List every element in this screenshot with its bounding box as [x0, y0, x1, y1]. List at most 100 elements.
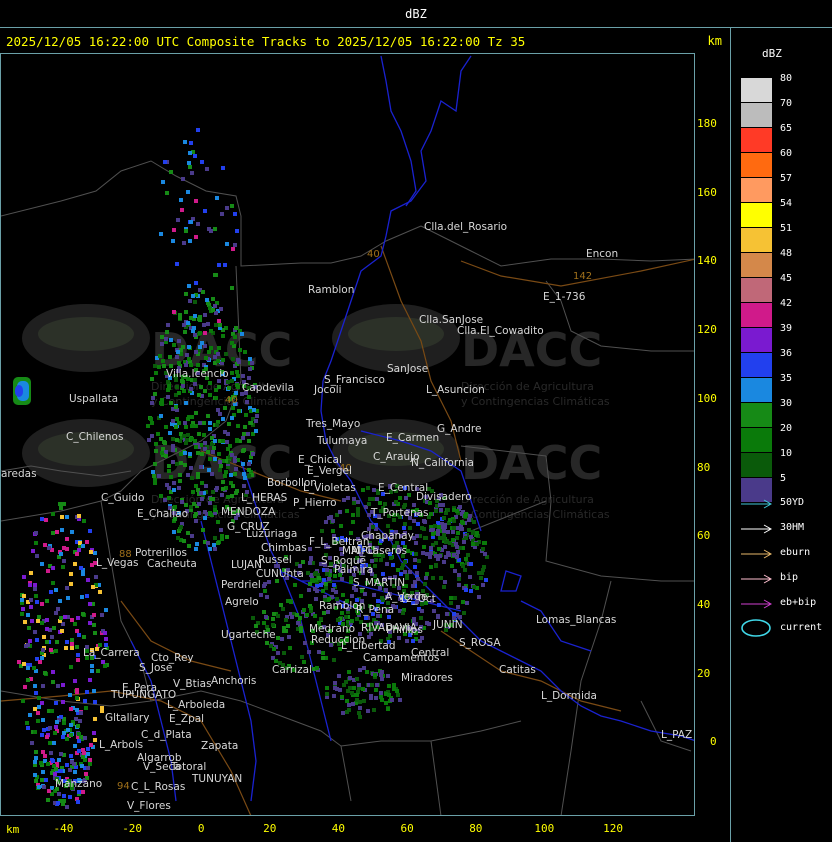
radar-map[interactable]: DACC DACC DACC DACC Dirección de Agricul… [0, 53, 695, 816]
legend-swatch [741, 328, 772, 352]
radar-echo-pixel [194, 411, 198, 415]
radar-echo-pixel [213, 304, 217, 308]
place-label: CUNUnta [256, 568, 304, 580]
radar-echo-pixel [466, 553, 470, 557]
radar-echo-pixel [56, 684, 60, 688]
radar-echo-pixel [235, 439, 239, 443]
radar-echo-pixel [157, 365, 161, 369]
radar-echo-pixel [33, 773, 37, 777]
radar-echo-pixel [221, 334, 225, 338]
radar-echo-pixel [209, 346, 213, 350]
place-label: R_Pena [356, 604, 394, 616]
radar-echo-pixel [23, 685, 27, 689]
radar-echo-pixel [196, 128, 200, 132]
radar-echo-pixel [284, 629, 288, 633]
radar-echo-pixel [401, 611, 405, 615]
place-label: Clla.El_Cowadito [457, 325, 544, 337]
radar-echo-pixel [40, 778, 44, 782]
radar-echo-pixel [422, 545, 426, 549]
radar-echo-pixel [201, 528, 205, 532]
legend-level-label: 36 [780, 348, 793, 359]
radar-echo-pixel [78, 719, 82, 723]
radar-echo-pixel [452, 526, 456, 530]
radar-echo-pixel [216, 359, 220, 363]
radar-echo-pixel [208, 381, 212, 385]
radar-echo-pixel [76, 653, 80, 657]
radar-echo-pixel [349, 531, 353, 535]
radar-echo-pixel [34, 779, 38, 783]
y-tick-label: 120 [697, 323, 717, 337]
radar-echo-pixel [443, 580, 447, 584]
place-label: Manzano [55, 778, 102, 790]
radar-echo-pixel [88, 762, 92, 766]
boundary-line [1, 160, 422, 267]
radar-echo-pixel [208, 457, 212, 461]
radar-echo-pixel [313, 587, 317, 591]
radar-echo-pixel [425, 572, 429, 576]
radar-echo-pixel [151, 470, 155, 474]
route-number-label: 40 [225, 395, 238, 406]
radar-echo-pixel [65, 640, 69, 644]
radar-echo-pixel [251, 616, 255, 620]
radar-echo-pixel [208, 421, 212, 425]
radar-echo-pixel [193, 514, 197, 518]
radar-echo-pixel [227, 422, 231, 426]
radar-echo-pixel [372, 708, 376, 712]
radar-echo-pixel [203, 516, 207, 520]
radar-echo-pixel [368, 497, 372, 501]
radar-echo-pixel [75, 708, 79, 712]
radar-echo-pixel [325, 572, 329, 576]
radar-echo-pixel [180, 500, 184, 504]
place-label: S_Jose [139, 662, 172, 674]
radar-echo-pixel [242, 432, 246, 436]
radar-echo-pixel [428, 555, 432, 559]
legend-level-label: 5 [780, 473, 787, 484]
radar-echo-pixel [367, 502, 371, 506]
radar-echo-pixel [255, 414, 259, 418]
radar-echo-pixel [365, 670, 369, 674]
radar-echo-pixel [209, 329, 213, 333]
radar-echo-pixel [386, 524, 390, 528]
radar-echo-pixel [221, 487, 225, 491]
radar-echo-pixel [414, 552, 418, 556]
radar-echo-pixel [34, 756, 38, 760]
radar-echo-pixel [213, 439, 217, 443]
radar-echo-pixel [182, 539, 186, 543]
river-line [380, 55, 417, 207]
radar-echo-pixel [193, 300, 197, 304]
radar-echo-pixel [430, 528, 434, 532]
radar-echo-pixel [225, 206, 229, 210]
radar-echo-pixel [385, 562, 389, 566]
radar-echo-pixel [57, 792, 61, 796]
radar-echo-pixel [81, 755, 85, 759]
radar-echo-pixel [324, 520, 328, 524]
radar-echo-pixel [327, 577, 331, 581]
radar-echo-pixel [264, 615, 268, 619]
radar-echo-pixel [390, 698, 394, 702]
radar-echo-pixel [342, 683, 346, 687]
radar-echo-pixel [193, 333, 197, 337]
radar-echo-pixel [445, 612, 449, 616]
radar-echo-pixel [220, 493, 224, 497]
legend-swatch [741, 403, 772, 427]
radar-echo-pixel [75, 690, 79, 694]
radar-echo-pixel [172, 530, 176, 534]
radar-echo-pixel [241, 436, 245, 440]
radar-echo-pixel [336, 618, 340, 622]
route-number-label: 40 [367, 249, 380, 260]
radar-echo-pixel [272, 612, 276, 616]
place-label: Agrelo [225, 596, 259, 608]
radar-echo-pixel [317, 576, 321, 580]
place-label: Luzuriaga [246, 528, 297, 540]
radar-echo-pixel [431, 532, 435, 536]
radar-echo-pixel [80, 764, 84, 768]
radar-echo-pixel [207, 227, 211, 231]
radar-echo-pixel [154, 442, 158, 446]
radar-echo-pixel [191, 294, 195, 298]
x-axis-unit: km [6, 823, 20, 836]
radar-echo-pixel [384, 701, 388, 705]
radar-echo-pixel [351, 520, 355, 524]
radar-echo-pixel [160, 342, 164, 346]
radar-echo-pixel [159, 232, 163, 236]
radar-echo-pixel [331, 519, 335, 523]
